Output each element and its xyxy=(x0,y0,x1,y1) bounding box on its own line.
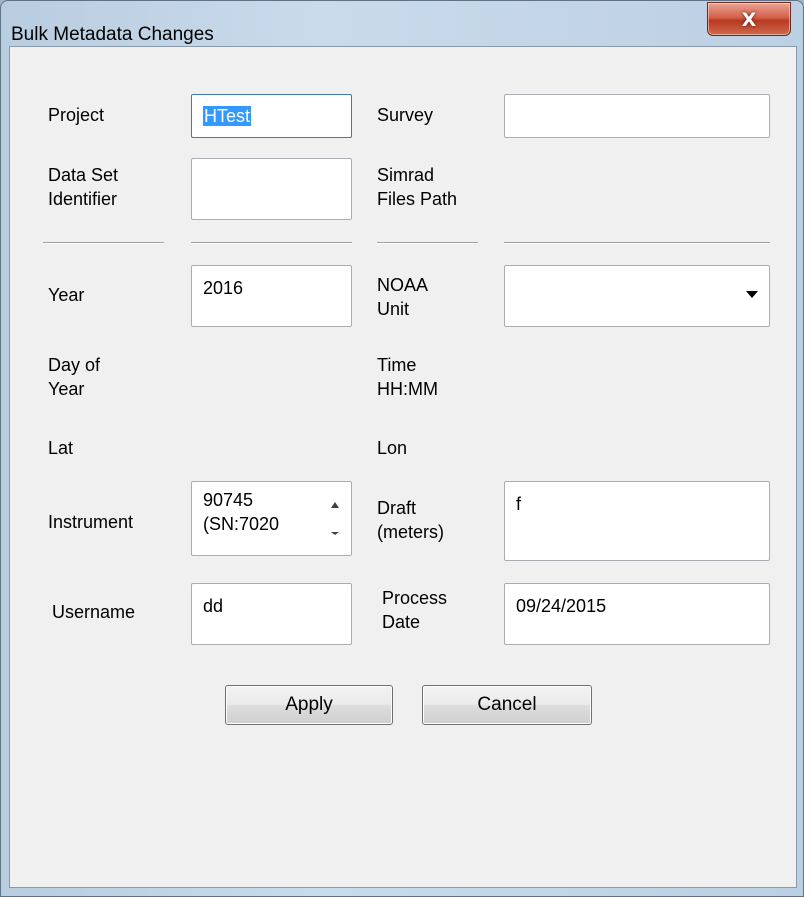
username-value: dd xyxy=(203,596,224,616)
instrument-value: 90745 (SN:7020 xyxy=(203,490,280,534)
process-date-field[interactable]: 09/24/2015 xyxy=(504,583,770,645)
separator xyxy=(504,242,770,244)
draft-label: Draft (meters) xyxy=(377,498,444,542)
lon-label: Lon xyxy=(377,438,408,458)
apply-button[interactable]: Apply xyxy=(225,685,393,725)
data-set-identifier-field[interactable] xyxy=(191,158,352,220)
instrument-scrollbar[interactable] xyxy=(321,482,351,555)
separator xyxy=(43,242,164,244)
project-field[interactable]: HTest xyxy=(191,94,352,138)
username-label: Username xyxy=(52,602,136,622)
dialog-window: Bulk Metadata Changes X Project HTest Su… xyxy=(0,0,804,897)
cancel-button[interactable]: Cancel xyxy=(422,685,592,725)
noaa-unit-label: NOAA Unit xyxy=(377,275,429,319)
time-label: Time HH:MM xyxy=(377,355,438,399)
project-label: Project xyxy=(48,105,105,125)
separator xyxy=(377,242,478,244)
year-field[interactable]: 2016 xyxy=(191,265,352,327)
year-label: Year xyxy=(48,285,85,305)
process-date-label: Process Date xyxy=(382,588,448,632)
survey-field[interactable] xyxy=(504,94,770,138)
data-set-identifier-label: Data Set Identifier xyxy=(48,165,119,209)
chevron-down-icon[interactable] xyxy=(746,291,758,298)
lat-label: Lat xyxy=(48,438,74,458)
project-value: HTest xyxy=(203,106,252,126)
username-field[interactable]: dd xyxy=(191,583,352,645)
close-icon: X xyxy=(741,9,757,31)
scroll-up-icon[interactable] xyxy=(331,502,339,508)
year-value: 2016 xyxy=(203,278,244,298)
scroll-down-icon[interactable] xyxy=(331,532,339,535)
dialog-body: Project HTest Survey Data Set Identifier… xyxy=(9,46,797,888)
title-bar[interactable]: Bulk Metadata Changes X xyxy=(1,1,804,45)
survey-label: Survey xyxy=(377,105,434,125)
separator xyxy=(191,242,352,244)
instrument-label: Instrument xyxy=(48,512,134,532)
instrument-list[interactable]: 90745 (SN:7020 xyxy=(191,481,352,556)
day-of-year-label: Day of Year xyxy=(48,355,101,399)
draft-field[interactable]: f xyxy=(504,481,770,561)
window-title: Bulk Metadata Changes xyxy=(11,24,214,45)
close-button[interactable]: X xyxy=(707,2,791,36)
simrad-files-path-label: Simrad Files Path xyxy=(377,165,458,209)
draft-value: f xyxy=(516,494,522,514)
noaa-unit-dropdown[interactable] xyxy=(504,265,770,327)
process-date-value: 09/24/2015 xyxy=(516,596,607,616)
